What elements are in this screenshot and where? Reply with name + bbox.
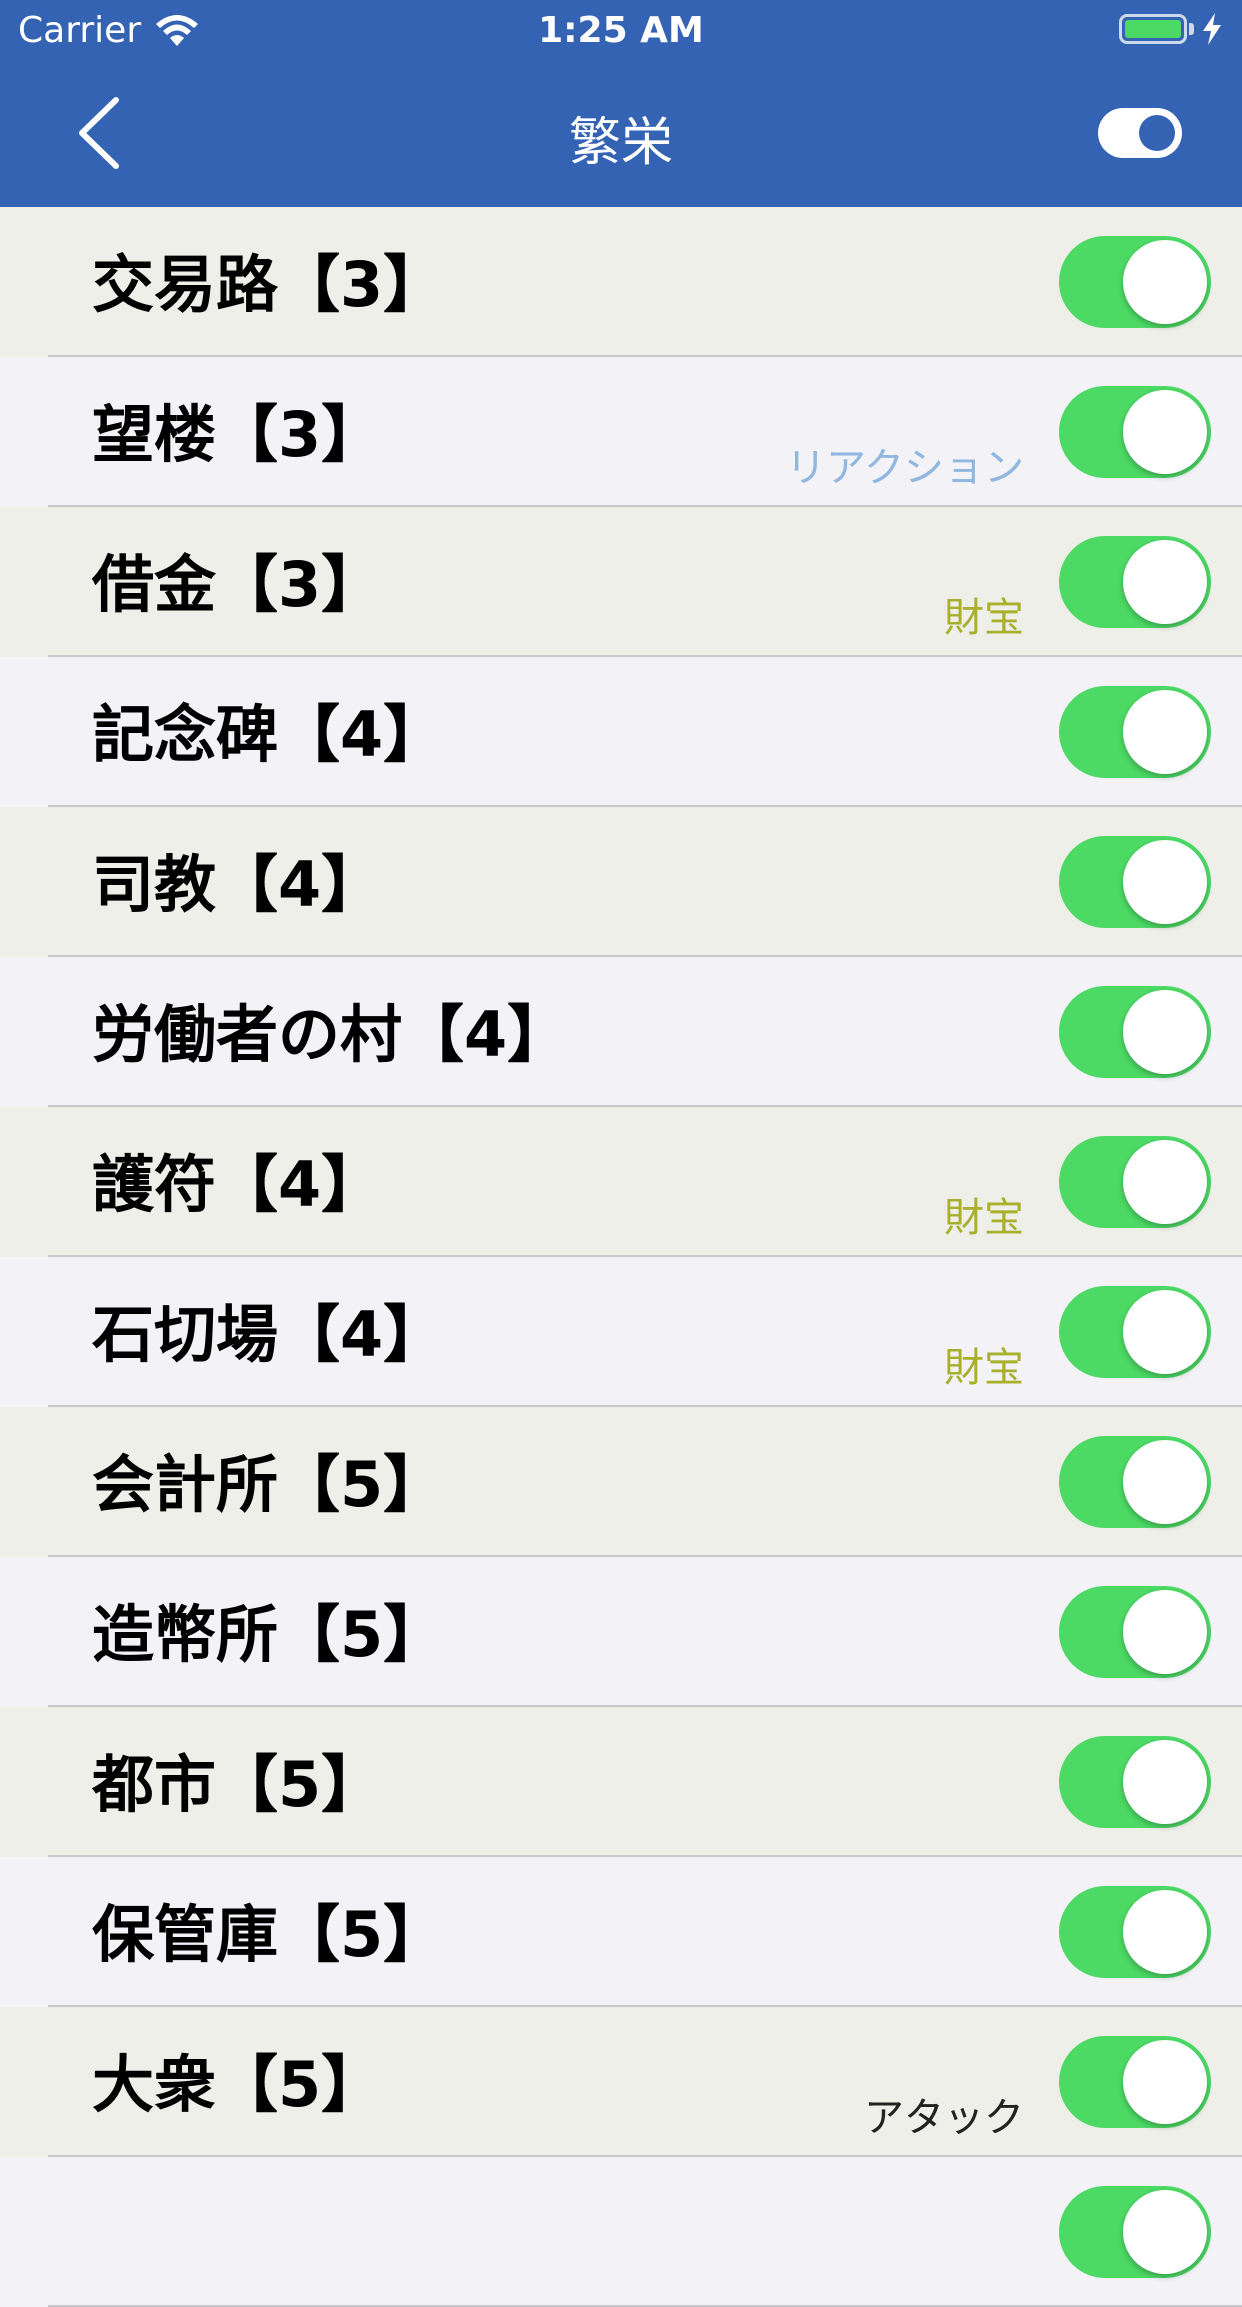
navigation-bar: Carrier 1:25 AM 繁栄	[0, 0, 1242, 207]
switch-knob	[1123, 2040, 1207, 2124]
battery-icon	[1119, 14, 1187, 44]
card-type-tag: リアクション	[786, 445, 1024, 491]
switch-knob	[1123, 1890, 1207, 1974]
card-name-label: 記念碑【4】	[92, 698, 446, 771]
charging-bolt-icon	[1203, 13, 1221, 45]
switch-knob	[1123, 2190, 1207, 2274]
card-enable-switch[interactable]	[1059, 1136, 1211, 1228]
card-enable-switch[interactable]	[1059, 1436, 1211, 1528]
card-enable-switch[interactable]	[1059, 1586, 1211, 1678]
card-name-label: 石切場【4】	[92, 1298, 446, 1371]
switch-knob	[1123, 990, 1207, 1074]
status-time: 1:25 AM	[538, 10, 704, 51]
switch-knob	[1123, 390, 1207, 474]
card-enable-switch[interactable]	[1059, 236, 1211, 328]
list-item[interactable]: 交易路【3】	[0, 207, 1242, 357]
card-name-label: 保管庫【5】	[92, 1898, 446, 1971]
list-item[interactable]: 造幣所【5】	[0, 1557, 1242, 1707]
list-item[interactable]: 記念碑【4】	[0, 657, 1242, 807]
card-name-label: 護符【4】	[92, 1148, 384, 1221]
list-item[interactable]: 護符【4】財宝	[0, 1107, 1242, 1257]
card-type-tag: アタック	[864, 2095, 1024, 2141]
card-name-label: 交易路【3】	[92, 248, 446, 321]
card-enable-switch[interactable]	[1059, 836, 1211, 928]
page-title: 繁栄	[568, 113, 673, 173]
switch-knob	[1123, 1590, 1207, 1674]
list-item[interactable]: 借金【3】財宝	[0, 507, 1242, 657]
switch-knob	[1123, 840, 1207, 924]
list-item[interactable]: 大衆【5】アタック	[0, 2007, 1242, 2157]
card-enable-switch[interactable]	[1059, 1286, 1211, 1378]
switch-knob	[1123, 540, 1207, 624]
card-enable-switch[interactable]	[1059, 536, 1211, 628]
card-type-tag: 財宝	[944, 1345, 1024, 1391]
switch-knob	[1123, 1740, 1207, 1824]
card-name-label: 望楼【3】	[92, 398, 384, 471]
card-type-tag: 財宝	[944, 595, 1024, 641]
switch-knob	[1123, 690, 1207, 774]
toggle-all-switch[interactable]	[1098, 108, 1182, 158]
list-item[interactable]: 望楼【3】リアクション	[0, 357, 1242, 507]
card-name-label: 都市【5】	[92, 1748, 384, 1821]
card-name-label: 労働者の村【4】	[92, 998, 570, 1071]
card-enable-switch[interactable]	[1059, 686, 1211, 778]
card-name-label: 司教【4】	[92, 848, 384, 921]
card-name-label: 大衆【5】	[92, 2048, 384, 2121]
switch-knob	[1123, 1140, 1207, 1224]
card-name-label: 造幣所【5】	[92, 1598, 446, 1671]
card-name-label: 会計所【5】	[92, 1448, 446, 1521]
list-item[interactable]	[0, 2157, 1242, 2307]
switch-knob	[1123, 1440, 1207, 1524]
status-bar: Carrier 1:25 AM	[0, 0, 1242, 60]
switch-knob	[1123, 1290, 1207, 1374]
list-item[interactable]: 会計所【5】	[0, 1407, 1242, 1557]
list-item[interactable]: 司教【4】	[0, 807, 1242, 957]
card-enable-switch[interactable]	[1059, 2036, 1211, 2128]
list-item[interactable]: 保管庫【5】	[0, 1857, 1242, 2007]
card-enable-switch[interactable]	[1059, 986, 1211, 1078]
list-item[interactable]: 石切場【4】財宝	[0, 1257, 1242, 1407]
switch-knob	[1123, 240, 1207, 324]
card-name-label: 借金【3】	[92, 548, 384, 621]
list-item[interactable]: 都市【5】	[0, 1707, 1242, 1857]
card-enable-switch[interactable]	[1059, 2186, 1211, 2278]
battery-indicator	[1119, 12, 1224, 46]
card-type-tag: 財宝	[944, 1195, 1024, 1241]
card-list: 交易路【3】 望楼【3】 リアクション 借金【3】 財宝 記念碑【4】 司教【4】 労働者の村…	[0, 207, 1242, 2307]
card-enable-switch[interactable]	[1059, 1886, 1211, 1978]
list-item[interactable]: 労働者の村【4】	[0, 957, 1242, 1107]
card-enable-switch[interactable]	[1059, 1736, 1211, 1828]
card-enable-switch[interactable]	[1059, 386, 1211, 478]
